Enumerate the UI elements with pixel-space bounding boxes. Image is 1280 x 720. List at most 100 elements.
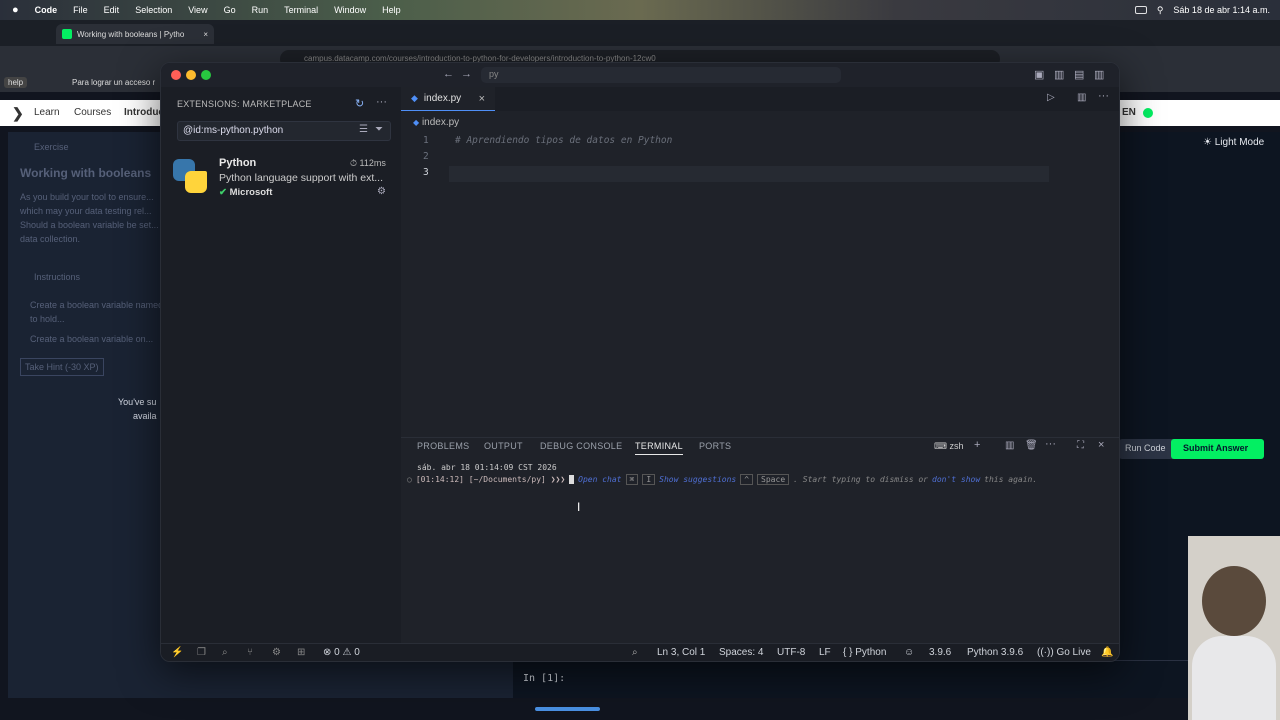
- breadcrumb-file[interactable]: index.py: [422, 117, 459, 128]
- open-chat-hint[interactable]: Open chat: [578, 475, 621, 484]
- end-of-line[interactable]: LF: [819, 647, 831, 658]
- menu-terminal[interactable]: Terminal: [276, 5, 326, 15]
- bookmark-item[interactable]: Para lograr un acceso r: [72, 78, 155, 87]
- extension-load-time-value: 112ms: [359, 158, 386, 168]
- python-interpreter[interactable]: Python 3.9.6: [967, 647, 1023, 658]
- close-tab-icon[interactable]: ×: [479, 93, 485, 105]
- submit-answer-button[interactable]: Submit Answer: [1171, 439, 1264, 459]
- run-file-icon[interactable]: ▷: [1047, 92, 1055, 103]
- search-icon[interactable]: ⚲: [1157, 5, 1164, 16]
- menu-view[interactable]: View: [180, 5, 215, 15]
- toggle-secondary-sidebar-icon[interactable]: ▥: [1094, 68, 1104, 81]
- terminal-prompt-line[interactable]: ○ [01:14:12] [~/Documents/py] ❯❯❯ Open c…: [407, 474, 1037, 485]
- run-code-button[interactable]: Run Code: [1119, 439, 1179, 459]
- menu-run[interactable]: Run: [244, 5, 277, 15]
- tab-ports[interactable]: PORTS: [699, 441, 731, 451]
- more-actions-icon[interactable]: ···: [376, 96, 387, 108]
- close-window-icon[interactable]: [171, 70, 181, 80]
- indentation[interactable]: Spaces: 4: [719, 647, 763, 658]
- light-mode-toggle[interactable]: ☀ Light Mode: [1203, 137, 1264, 148]
- extensions-icon[interactable]: ⊞: [297, 647, 305, 658]
- menu-help[interactable]: Help: [374, 5, 409, 15]
- text-cursor-icon: I: [577, 500, 581, 514]
- new-terminal-icon[interactable]: +: [974, 439, 980, 451]
- maximize-window-icon[interactable]: [201, 70, 211, 80]
- panel-more-icon[interactable]: ···: [1045, 438, 1056, 450]
- datacamp-logo-icon[interactable]: ❯: [12, 105, 24, 122]
- tab-terminal[interactable]: TERMINAL: [635, 441, 683, 455]
- terminal-shell-selector[interactable]: ⌨ zsh: [934, 441, 964, 452]
- instructions-label: Instructions: [34, 272, 81, 282]
- forward-arrow-icon[interactable]: →: [461, 68, 472, 80]
- minimize-window-icon[interactable]: [186, 70, 196, 80]
- menu-edit[interactable]: Edit: [96, 5, 128, 15]
- clear-filter-icon[interactable]: ☰: [359, 124, 368, 135]
- command-center[interactable]: py: [481, 67, 841, 83]
- maximize-panel-icon[interactable]: ⛶: [1077, 440, 1084, 451]
- menu-selection[interactable]: Selection: [127, 5, 180, 15]
- split-terminal-icon[interactable]: ▥: [1005, 440, 1014, 451]
- menu-window[interactable]: Window: [326, 5, 374, 15]
- dont-show-link[interactable]: don't show: [932, 475, 980, 484]
- source-control-icon[interactable]: ⑂: [247, 647, 253, 658]
- split-editor-icon[interactable]: ▥: [1077, 92, 1086, 103]
- toggle-sidebar-icon[interactable]: ▥: [1054, 68, 1064, 81]
- copy-icon[interactable]: ❐: [197, 647, 206, 658]
- macos-menubar: ● Code File Edit Selection View Go Run T…: [0, 0, 1280, 20]
- line-number: 3: [423, 167, 429, 178]
- editor-more-icon[interactable]: ···: [1098, 90, 1109, 102]
- code-editor[interactable]: 1 # Aprendiendo tipos de datos en Python…: [401, 134, 1119, 182]
- extension-list-item[interactable]: Python ⏱ 112ms Python language support w…: [161, 151, 401, 201]
- editor-tab-label: index.py: [423, 93, 462, 104]
- problems-status[interactable]: ⊗ 0 ⚠ 0: [323, 647, 360, 658]
- dismiss-text-end: this again.: [984, 475, 1038, 484]
- editor-tab-bar: [401, 87, 1119, 111]
- cursor-position[interactable]: Ln 3, Col 1: [657, 647, 705, 658]
- take-hint-button[interactable]: Take Hint (-30 XP): [20, 358, 104, 376]
- zoom-icon[interactable]: ⌕: [632, 647, 638, 658]
- search-icon[interactable]: ⌕: [222, 647, 228, 658]
- show-suggestions-hint[interactable]: Show suggestions: [659, 475, 736, 484]
- apple-icon[interactable]: ●: [0, 4, 27, 16]
- trash-icon[interactable]: 🗑: [1025, 440, 1038, 451]
- extension-load-time: ⏱ 112ms: [350, 158, 386, 168]
- filter-icon[interactable]: ⏷: [375, 124, 383, 135]
- exercise-label: Exercise: [34, 142, 69, 152]
- go-live-button[interactable]: ((·)) Go Live: [1037, 647, 1091, 658]
- nav-learn[interactable]: Learn: [34, 107, 60, 118]
- tab-problems[interactable]: PROBLEMS: [417, 441, 469, 451]
- nav-introduction[interactable]: Introduc: [124, 107, 164, 118]
- nav-courses[interactable]: Courses: [74, 107, 111, 118]
- remote-indicator-icon[interactable]: ⚡: [171, 647, 183, 658]
- editor-tab[interactable]: ◆ index.py ×: [401, 87, 495, 111]
- close-tab-icon[interactable]: ×: [203, 30, 208, 39]
- menubar-status-area: ⚲ Sáb 18 de abr 1:14 a.m.: [1134, 0, 1270, 20]
- debug-icon[interactable]: ⚙: [272, 647, 281, 658]
- python-version[interactable]: 3.9.6: [929, 647, 951, 658]
- bell-icon[interactable]: 🔔: [1101, 647, 1113, 658]
- ipython-console[interactable]: In [1]:: [513, 660, 1193, 698]
- menu-file[interactable]: File: [65, 5, 96, 15]
- language-selector[interactable]: EN: [1122, 107, 1136, 118]
- bookmark-help[interactable]: help: [4, 77, 28, 88]
- menu-go[interactable]: Go: [216, 5, 244, 15]
- layout-icon[interactable]: ▣: [1034, 68, 1044, 81]
- refresh-icon[interactable]: ↻: [355, 97, 364, 110]
- code-comment: # Aprendiendo tipos de datos en Python: [455, 135, 673, 146]
- battery-icon[interactable]: [1134, 6, 1147, 14]
- tab-debug-console[interactable]: DEBUG CONSOLE: [540, 441, 622, 451]
- gear-icon[interactable]: ⚙: [377, 186, 386, 197]
- close-panel-icon[interactable]: ×: [1098, 439, 1104, 451]
- menu-app-name[interactable]: Code: [27, 5, 66, 15]
- language-mode[interactable]: { } Python: [843, 647, 886, 658]
- browser-tab[interactable]: Working with booleans | Pytho ×: [56, 24, 214, 44]
- toggle-panel-icon[interactable]: ▤: [1074, 68, 1084, 81]
- encoding[interactable]: UTF-8: [777, 647, 805, 658]
- menubar-clock[interactable]: Sáb 18 de abr 1:14 a.m.: [1173, 5, 1270, 15]
- copilot-icon[interactable]: ☺: [904, 647, 914, 658]
- kbd-ctrl: ^: [740, 474, 754, 485]
- person-body-icon: [1192, 636, 1276, 720]
- dismiss-text: . Start typing to dismiss or: [793, 475, 928, 484]
- tab-output[interactable]: OUTPUT: [484, 441, 523, 451]
- back-arrow-icon[interactable]: ←: [443, 68, 454, 80]
